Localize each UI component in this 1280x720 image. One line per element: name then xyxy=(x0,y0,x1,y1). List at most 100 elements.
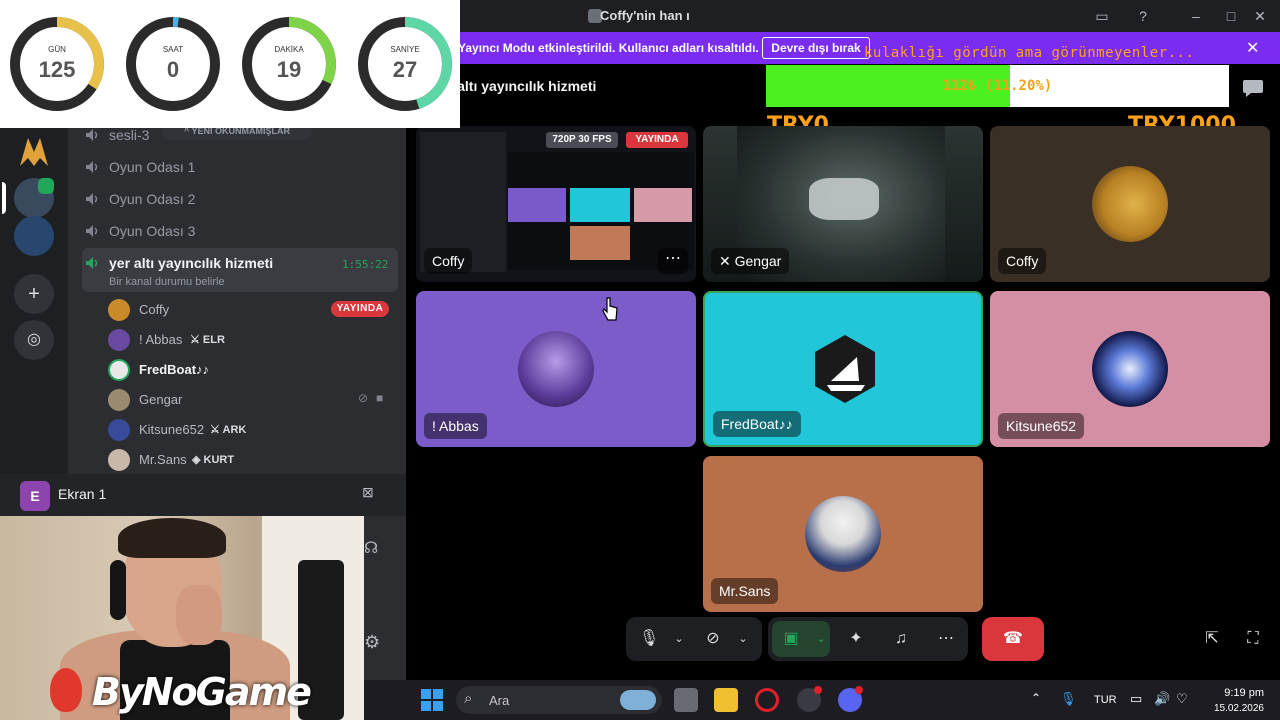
video-tile-kitsune652[interactable]: Kitsune652 xyxy=(990,291,1270,447)
tile-name-label: FredBoat♪♪ xyxy=(713,411,801,437)
file-explorer-icon[interactable] xyxy=(714,688,738,712)
role-tag: ⚔ ARK xyxy=(210,424,247,436)
voice-channel-oyun-3[interactable]: Oyun Odası 3 xyxy=(82,217,398,245)
channel-status-prompt[interactable]: Bir kanal durumu belirle xyxy=(109,276,225,288)
tile-name-label: ! Abbas xyxy=(424,413,487,439)
fullscreen-icon[interactable]: ⛶ xyxy=(1243,629,1263,649)
voice-user[interactable]: Kitsune652 ⚔ ARK xyxy=(106,416,396,442)
avatar xyxy=(108,329,130,351)
video-tile-abbas[interactable]: ! Abbas xyxy=(416,291,696,447)
more-options-icon[interactable]: ⋯ xyxy=(658,248,688,274)
live-badge: YAYINDA xyxy=(626,132,688,148)
stop-share-icon[interactable]: ⊠ xyxy=(362,484,374,501)
stream-quality-badge: 720P 30 FPS xyxy=(546,132,618,148)
tile-name-label: Mr.Sans xyxy=(711,578,779,604)
server-icon-group[interactable] xyxy=(14,216,54,256)
stream-tile-coffy[interactable]: 720P 30 FPS YAYINDA Coffy ⋯ xyxy=(416,126,696,282)
mic-muted-icon: ⊘ xyxy=(358,391,369,405)
chat-icon[interactable] xyxy=(1242,78,1264,98)
gauge-value: 125 xyxy=(38,57,76,82)
donation-amount: 112₺ (11.20%) xyxy=(942,78,1053,94)
voice-user[interactable]: Gengar ⊘ ■ xyxy=(106,386,396,412)
more-options-icon[interactable]: ⋯ xyxy=(936,629,956,649)
avatar xyxy=(1092,166,1168,242)
widget-icon[interactable] xyxy=(620,690,656,710)
add-server-icon[interactable]: + xyxy=(14,274,54,314)
network-icon[interactable]: ▭ xyxy=(1130,691,1142,707)
avatar xyxy=(1092,331,1168,407)
disconnect-button[interactable]: ☎ xyxy=(982,617,1044,661)
voice-channel-oyun-2[interactable]: Oyun Odası 2 xyxy=(82,185,398,213)
start-icon[interactable] xyxy=(420,688,444,712)
camera-icon: ■ xyxy=(376,391,384,405)
gear-icon[interactable]: ⚙ xyxy=(364,632,380,653)
microphone-icon[interactable]: 🎙 xyxy=(1060,691,1077,707)
video-tile-gengar[interactable]: ✕ Gengar xyxy=(703,126,983,282)
avatar xyxy=(805,496,881,572)
search-icon: ⌕ xyxy=(464,690,473,707)
close-window-button[interactable]: ✕ xyxy=(1251,7,1269,25)
countdown-gauge: GÜN 125 xyxy=(8,15,106,113)
opera-gx-icon[interactable] xyxy=(755,688,779,712)
stop-screenshare-icon[interactable]: ▣ xyxy=(781,629,801,649)
soundboard-icon[interactable]: ♫ xyxy=(891,629,911,649)
voice-user[interactable]: FredBoat♪♪ xyxy=(106,356,396,382)
close-icon[interactable]: ✕ xyxy=(1246,38,1259,58)
avatar xyxy=(518,331,594,407)
avatar xyxy=(108,389,130,411)
chevron-down-icon[interactable]: ⌄ xyxy=(669,629,689,649)
discover-icon[interactable]: ◎ xyxy=(14,320,54,360)
tile-name-label: Coffy xyxy=(998,248,1047,274)
camera-off-icon[interactable]: ⊘ xyxy=(703,629,723,649)
webcam-person xyxy=(176,585,222,645)
voice-channel-oyun-1[interactable]: Oyun Odası 1 xyxy=(82,153,398,181)
disable-streamer-mode-button[interactable]: Devre dışı bırak xyxy=(762,37,870,59)
end-call-icon: ☎ xyxy=(1003,630,1023,647)
gauge-label: GÜN xyxy=(48,45,66,54)
banner-text: Yayıncı Modu etkinleştirildi. Kullanıcı … xyxy=(458,41,759,55)
gauge-label: DAKİKA xyxy=(274,45,304,54)
activities-icon[interactable]: ✦ xyxy=(846,629,866,649)
sponsor-brand: ByNoGame xyxy=(92,670,312,714)
clock-date[interactable]: 15.02.2026 xyxy=(1200,703,1264,714)
avatar xyxy=(108,299,130,321)
language-indicator[interactable]: TUR xyxy=(1094,694,1117,706)
screen-share-label: Ekran 1 xyxy=(58,486,107,502)
popout-icon[interactable]: ⇱ xyxy=(1202,629,1222,649)
tile-name-label: ✕ Gengar xyxy=(711,248,790,274)
task-view-icon[interactable] xyxy=(674,688,698,712)
voice-active-icon xyxy=(38,178,54,194)
screen-share-avatar: E xyxy=(20,481,50,511)
clock-time[interactable]: 9:19 pm xyxy=(1206,687,1264,699)
voice-user[interactable]: Mr.Sans ◈ KURT xyxy=(106,446,396,472)
avatar xyxy=(108,449,130,471)
gauge-label: SAAT xyxy=(162,45,184,54)
voice-user[interactable]: ! Abbas ⚔ ELR xyxy=(106,326,396,352)
volume-icon[interactable]: 🔊 xyxy=(1154,691,1170,707)
video-tile-fredboat[interactable]: FredBoat♪♪ xyxy=(703,291,983,447)
headphone-icon xyxy=(110,560,126,620)
scrolling-ticker: kulaklığı gördün ama görünmeyenler... xyxy=(864,45,1195,61)
help-icon[interactable]: ? xyxy=(1134,7,1152,25)
video-tile-coffy[interactable]: Coffy xyxy=(990,126,1270,282)
inbox-icon[interactable]: ▭ xyxy=(1093,7,1111,25)
countdown-gauge: DAKİKA 19 xyxy=(240,15,338,113)
headset-icon[interactable]: ☊ xyxy=(364,538,378,558)
tile-name-label: Coffy xyxy=(424,248,473,274)
fredboat-logo-icon xyxy=(815,335,875,403)
voice-timer: 1:55:22 xyxy=(342,258,389,271)
chevron-down-icon[interactable]: ⌄ xyxy=(811,629,831,649)
gauge-value: 19 xyxy=(276,57,302,82)
tray-chevron-up-icon[interactable]: ⌃ xyxy=(1031,691,1041,705)
search-placeholder: Ara xyxy=(489,693,510,708)
server-icon-wolf[interactable] xyxy=(14,132,54,172)
avatar xyxy=(108,359,130,381)
chevron-down-icon[interactable]: ⌄ xyxy=(733,629,753,649)
notification-dot xyxy=(855,686,863,694)
heart-icon[interactable]: ♡ xyxy=(1176,691,1188,707)
minimize-button[interactable]: – xyxy=(1187,7,1205,25)
countdown-gauge: SAAT 0 xyxy=(124,15,222,113)
microphone-icon[interactable]: 🎙 xyxy=(639,629,659,649)
maximize-button[interactable]: □ xyxy=(1222,7,1240,25)
video-tile-mrsans[interactable]: Mr.Sans xyxy=(703,456,983,612)
